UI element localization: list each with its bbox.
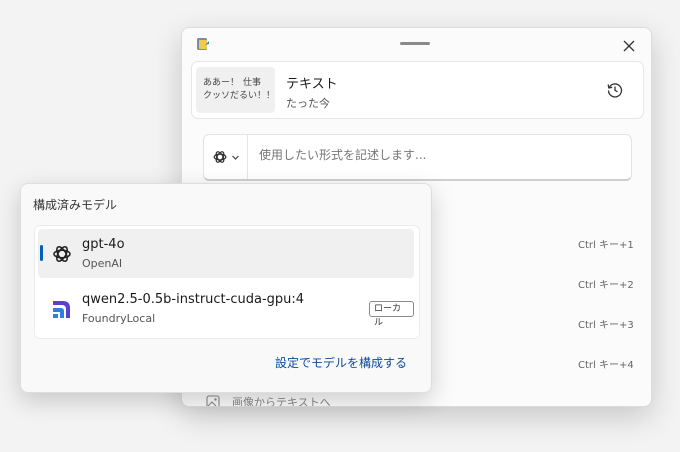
model-item-gpt-4o[interactable]: gpt-4o OpenAI (38, 229, 414, 278)
selection-indicator (40, 245, 43, 261)
dropdown-title: 構成済みモデル (33, 198, 118, 212)
thumb-text-2: 仕事 (243, 78, 262, 88)
shortcut-1: Ctrl キー+1 (578, 240, 634, 251)
paste-instruction-input[interactable] (259, 148, 589, 162)
image-to-text-label: 画像からテキストへ (232, 396, 331, 407)
clipboard-item-time: たった今 (286, 97, 330, 110)
history-icon (607, 83, 623, 98)
app-icon (197, 38, 209, 50)
clipboard-item-title: テキスト (286, 77, 338, 92)
openai-icon (213, 151, 226, 163)
model-name: qwen2.5-0.5b-instruct-cuda-gpu:4 (82, 292, 305, 307)
model-picker-button[interactable] (204, 135, 248, 179)
model-provider: FoundryLocal (82, 312, 156, 325)
close-icon (623, 40, 635, 52)
local-badge: ローカル (369, 301, 414, 328)
model-name: gpt-4o (82, 237, 125, 252)
model-item-qwen[interactable]: qwen2.5-0.5b-instruct-cuda-gpu:4 Foundry… (38, 284, 414, 333)
shortcut-2: Ctrl キー+2 (578, 280, 634, 291)
openai-icon (53, 246, 71, 262)
model-provider: OpenAI (82, 257, 123, 270)
drag-handle[interactable] (400, 42, 430, 45)
configure-models-link[interactable]: 設定でモデルを構成する (275, 354, 407, 371)
foundry-icon (53, 301, 70, 318)
thumb-text-1: ああー！ (203, 78, 240, 88)
clipboard-history-button[interactable] (604, 79, 626, 101)
image-icon (206, 395, 220, 406)
thumb-text-3: クッソだるい！！ (203, 91, 276, 101)
model-list: gpt-4o OpenAI qwen2.5-0.5b-instruct-cuda… (34, 225, 420, 339)
clipboard-thumbnail: ああー！ 仕事 クッソだるい！！ (196, 67, 275, 113)
model-dropdown: 構成済みモデル gpt-4o OpenAI qwen2.5-0.5b-instr… (20, 183, 432, 393)
paste-instruction-box (203, 134, 632, 181)
image-to-text-option[interactable]: 画像からテキストへ (206, 394, 331, 407)
clipboard-item-card[interactable]: ああー！ 仕事 クッソだるい！！ テキスト たった今 (191, 61, 644, 119)
shortcut-3: Ctrl キー+3 (578, 320, 634, 331)
close-button[interactable] (618, 35, 640, 57)
chevron-down-icon (231, 155, 239, 160)
shortcut-4: Ctrl キー+4 (578, 360, 634, 371)
